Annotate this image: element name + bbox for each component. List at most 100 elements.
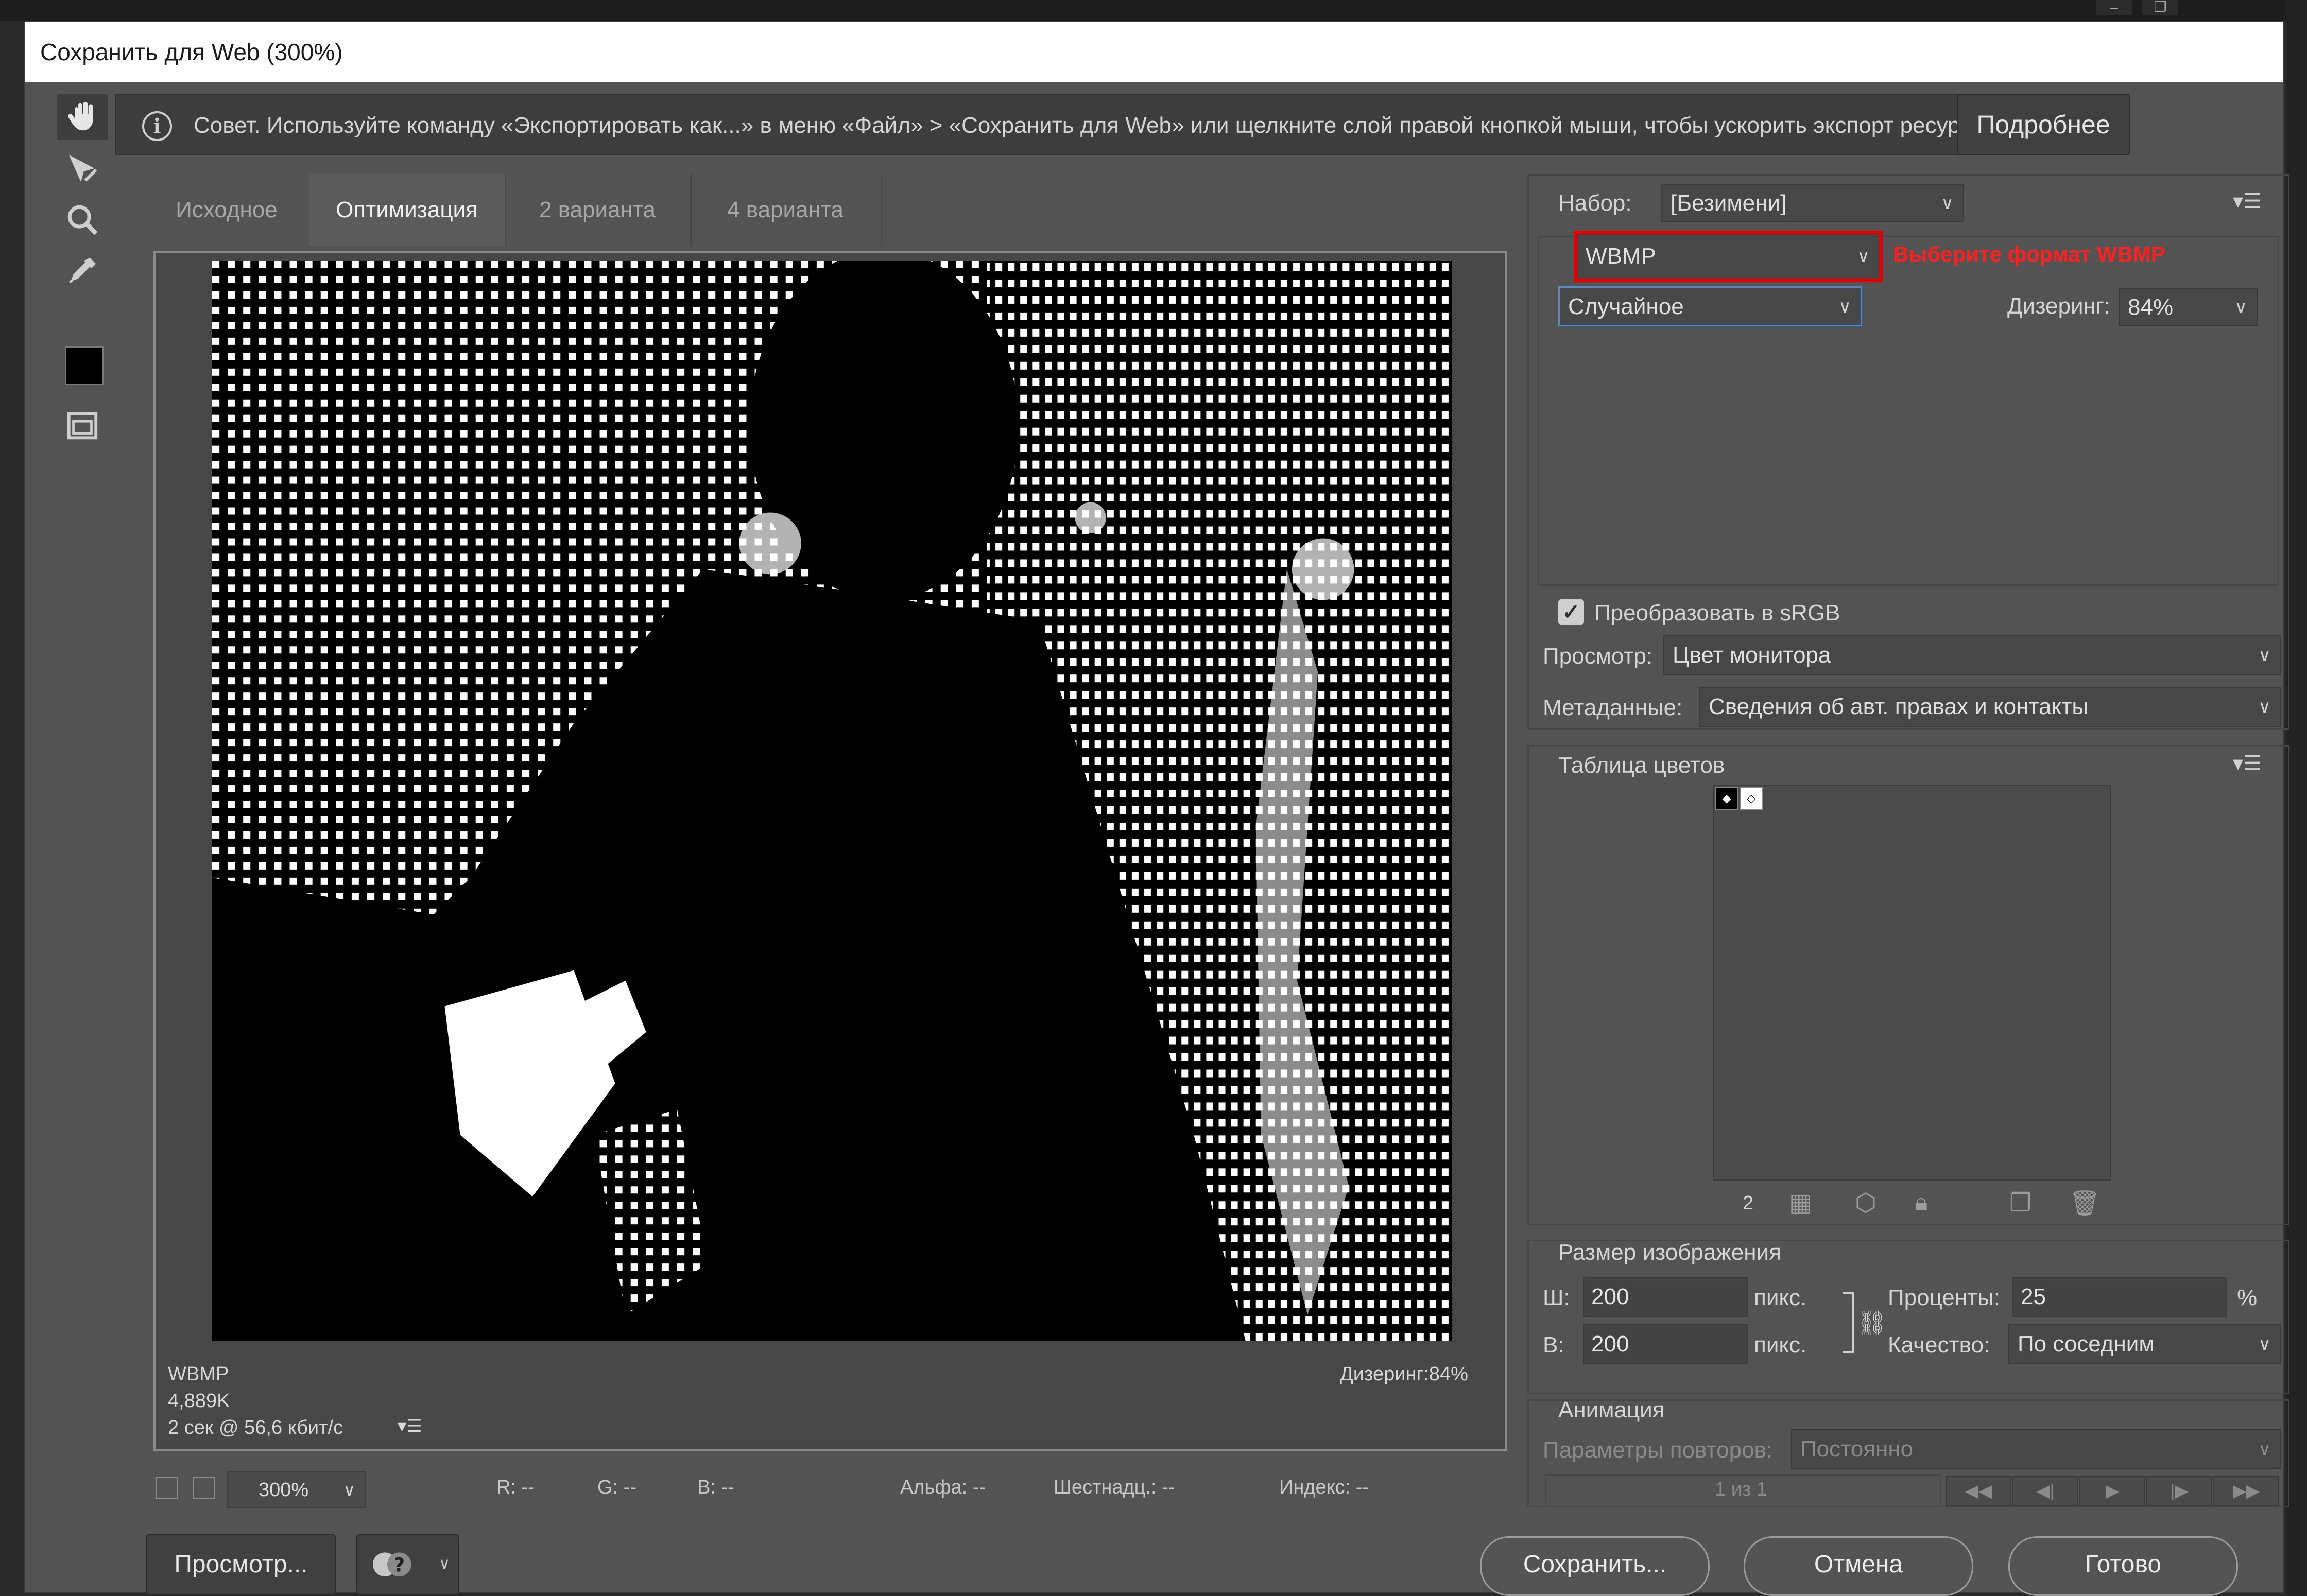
browser-select-button[interactable]: ? ∨ — [356, 1534, 459, 1595]
tool-column — [55, 94, 114, 732]
trash-icon[interactable]: 🗑︎ — [2069, 1188, 2101, 1218]
dither-algorithm-value: Случайное — [1568, 294, 1684, 319]
single-view-toggle[interactable] — [156, 1477, 178, 1499]
height-label: В: — [1543, 1332, 1564, 1358]
hand-tool[interactable] — [57, 94, 108, 140]
link-chain-icon[interactable]: ⛓︎ — [1857, 1309, 1887, 1337]
zoom-level-select[interactable]: 300% ∨ — [227, 1471, 366, 1508]
chevron-down-icon: ∨ — [2258, 1439, 2271, 1459]
metadata-label: Метаданные: — [1543, 695, 1683, 720]
preset-value: [Безимени] — [1671, 190, 1787, 216]
cancel-button[interactable]: Отмена — [1744, 1536, 1973, 1596]
loop-options-select[interactable]: Постоянно ∨ — [1791, 1429, 2281, 1469]
preset-label: Набор: — [1558, 190, 1632, 216]
chevron-down-icon: ∨ — [2258, 697, 2271, 717]
readout-b: B: -- — [697, 1477, 734, 1498]
percent-label: Проценты: — [1888, 1285, 2001, 1310]
tab-4-up[interactable]: 4 варианта — [690, 174, 882, 246]
preview-mode-label: Просмотр: — [1543, 644, 1653, 669]
format-value: WBMP — [1586, 244, 1656, 269]
quality-select[interactable]: По соседним ∨ — [2008, 1324, 2281, 1364]
height-input[interactable]: 200 — [1583, 1324, 1748, 1364]
chevron-down-icon: ∨ — [1838, 297, 1851, 317]
color-table-swatches: ◆ ◇ — [1713, 785, 2111, 1181]
next-frame-icon[interactable]: |▶ — [2146, 1476, 2212, 1506]
done-button[interactable]: Готово — [2008, 1536, 2238, 1596]
save-button[interactable]: Сохранить... — [1480, 1536, 1710, 1596]
chevron-down-icon: ∨ — [1857, 247, 1870, 266]
slice-select-tool[interactable] — [57, 145, 108, 192]
preset-select[interactable]: [Безимени] ∨ — [1661, 184, 1964, 222]
toggle-slices-tool[interactable] — [57, 403, 108, 449]
save-for-web-dialog: Сохранить для Web (300%) i Совет. Исполь… — [24, 21, 2289, 1596]
preview-mode-select[interactable]: Цвет монитора ∨ — [1663, 635, 2281, 675]
chevron-down-icon: ∨ — [439, 1555, 450, 1572]
tip-text: Совет. Используйте команду «Экспортирова… — [194, 113, 1996, 138]
chevron-down-icon: ∨ — [1941, 194, 1954, 213]
preview-in-browser-button[interactable]: Просмотр... — [146, 1534, 336, 1595]
original-toggle[interactable] — [193, 1477, 215, 1499]
optimized-preview-image[interactable] — [212, 261, 1452, 1341]
preview-dither-info: Дизеринг:84% — [1340, 1363, 1468, 1385]
percent-input[interactable]: 25 — [2012, 1277, 2227, 1317]
browser-icon: ? — [373, 1552, 411, 1576]
info-icon: i — [142, 111, 172, 141]
hand-icon — [68, 101, 93, 131]
height-unit: пикс. — [1754, 1332, 1807, 1358]
readout-alpha: Альфа: -- — [900, 1477, 986, 1498]
slice-select-icon — [68, 154, 97, 182]
readout-hex: Шестнадц.: -- — [1054, 1477, 1175, 1498]
first-frame-icon[interactable]: ◀◀ — [1946, 1476, 2011, 1506]
web-snap-icon[interactable]: ▦ — [1789, 1188, 1812, 1217]
new-color-icon[interactable]: ❐ — [2009, 1188, 2031, 1217]
animation-controls: ◀◀ ◀| ▶ |▶ ▶▶ — [1946, 1476, 2283, 1506]
chevron-down-icon: ∨ — [2258, 646, 2271, 665]
metadata-select[interactable]: Сведения об авт. правах и контакты ∨ — [1699, 687, 2281, 727]
background-app-strip — [0, 0, 2307, 21]
eyedropper-color-swatch[interactable] — [65, 346, 104, 385]
chevron-down-icon: ∨ — [343, 1481, 355, 1499]
color-swatch-white[interactable]: ◇ — [1740, 787, 1763, 810]
preview-file-size: 4,889K — [168, 1390, 230, 1412]
quality-value: По соседним — [2018, 1331, 2155, 1357]
color-count: 2 — [1743, 1192, 1754, 1214]
preview-mode-value: Цвет монитора — [1673, 643, 1831, 668]
previous-frame-icon[interactable]: ◀| — [2012, 1476, 2078, 1506]
eyedropper-tool[interactable] — [57, 248, 108, 294]
learn-more-button[interactable]: Подробнее — [1957, 94, 2130, 155]
lock-icon[interactable]: 🔒︎ — [1915, 1188, 1928, 1217]
image-size-title: Размер изображения — [1558, 1240, 1781, 1265]
readout-r: R: -- — [496, 1477, 535, 1498]
preview-menu-icon[interactable]: ▾☰ — [398, 1416, 422, 1436]
percent-unit: % — [2237, 1285, 2258, 1310]
animation-title: Анимация — [1558, 1397, 1665, 1422]
format-annotation: Выберите формат WBMP — [1893, 242, 2165, 266]
preview-download-time: 2 сек @ 56,6 кбит/с — [168, 1417, 343, 1438]
svg-text:?: ? — [394, 1554, 405, 1576]
color-swatch-black[interactable]: ◆ — [1715, 787, 1738, 810]
dither-algorithm-select[interactable]: Случайное ∨ — [1558, 286, 1862, 326]
optimize-menu-icon[interactable]: ▾☰ — [2233, 189, 2262, 213]
tip-bar: i Совет. Используйте команду «Экспортиро… — [115, 94, 2027, 155]
dither-amount-field[interactable]: 84% ∨ — [2119, 288, 2258, 326]
dialog-title: Сохранить для Web (300%) — [25, 22, 2283, 82]
tab-original[interactable]: Исходное — [144, 174, 311, 246]
color-table-menu-icon[interactable]: ▾☰ — [2233, 752, 2262, 775]
play-icon[interactable]: ▶ — [2079, 1476, 2145, 1506]
tab-2-up[interactable]: 2 варианта — [505, 174, 692, 246]
format-select[interactable]: WBMP ∨ — [1574, 231, 1883, 282]
loop-options-value: Постоянно — [1800, 1436, 1914, 1462]
tab-optimized[interactable]: Оптимизация — [309, 174, 506, 246]
zoom-icon — [67, 205, 98, 235]
window-minimize-button[interactable]: – — [2096, 0, 2132, 15]
convert-srgb-label: Преобразовать в sRGB — [1594, 600, 1840, 626]
readout-g: G: -- — [597, 1477, 636, 1498]
color-table-title: Таблица цветов — [1558, 753, 1725, 778]
chevron-down-icon: ∨ — [2234, 298, 2247, 317]
last-frame-icon[interactable]: ▶▶ — [2213, 1476, 2279, 1506]
web-shift-cube-icon[interactable]: ⬡ — [1855, 1188, 1876, 1217]
window-restore-button[interactable]: ❐ — [2142, 0, 2178, 15]
convert-srgb-checkbox[interactable]: ✓ — [1558, 599, 1584, 625]
width-input[interactable]: 200 — [1583, 1277, 1748, 1317]
zoom-tool[interactable] — [57, 197, 108, 243]
